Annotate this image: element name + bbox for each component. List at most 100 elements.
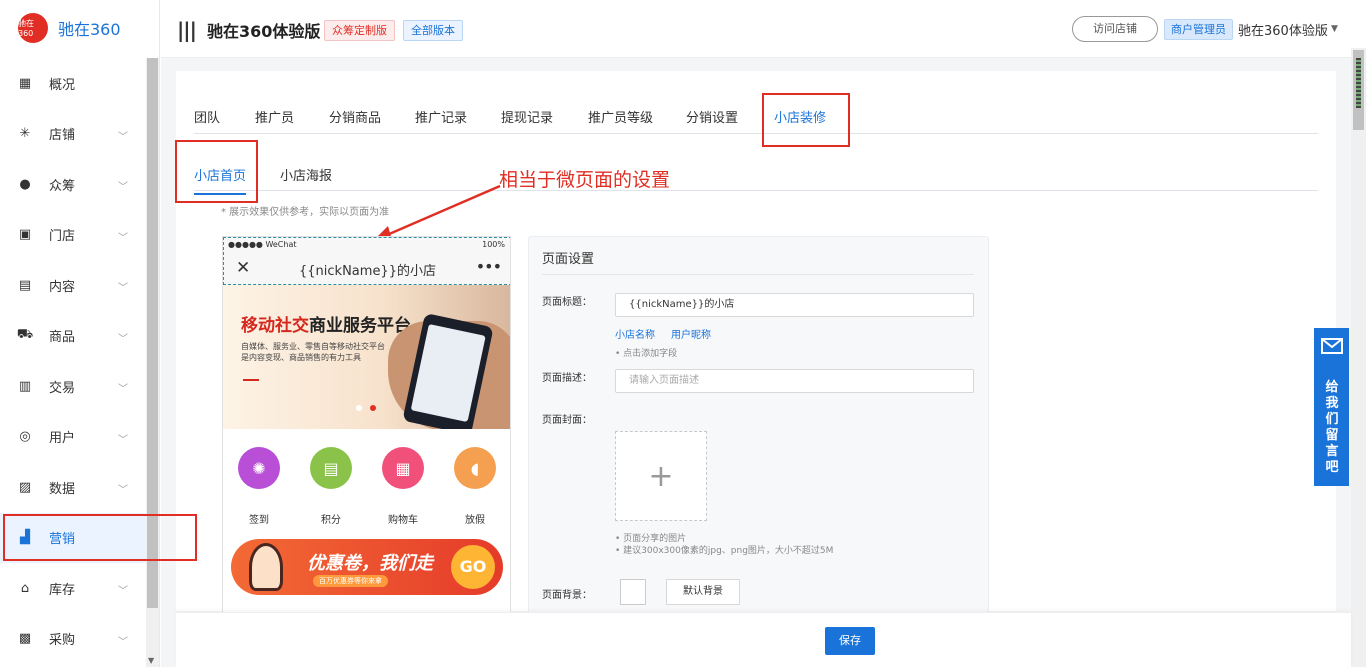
save-button[interactable]: 保存 <box>825 627 875 655</box>
preview-page-title: {{nickName}}的小店 <box>299 264 436 279</box>
banner-image[interactable]: 移动社交商业服务平台 自媒体、服务业、零售自等移动社交平台 是内容变现、商品销售… <box>223 285 510 429</box>
preview-navbar[interactable]: ●●●●● WeChat 100% ✕ {{nickName}}的小店 ••• <box>223 237 510 285</box>
cover-hint-2: • 建议300x300像素的jpg、png图片，大小不超过5M <box>615 546 834 556</box>
banner-dash <box>243 379 259 381</box>
sidebar-item-1[interactable]: ✳ 店铺 ﹀ <box>0 109 146 160</box>
shop-subtabs: 小店首页 小店海报 <box>194 157 1318 195</box>
shop-switcher[interactable]: 驰在360体验版 <box>1238 20 1328 39</box>
content-icon: ▤ <box>18 277 32 293</box>
insert-nickname-link[interactable]: 用户昵称 <box>671 326 711 341</box>
logo-icon: 驰在360 <box>18 13 48 43</box>
scroll-down-arrow-icon[interactable]: ▼ <box>148 656 154 665</box>
shop-icon: ✳ <box>19 126 31 142</box>
sidebar-item-7[interactable]: ◎ 用户 ﹀ <box>0 412 146 463</box>
sidebar-item-label: 数据 <box>49 481 76 497</box>
data-icon: ▨ <box>18 479 32 495</box>
chevron-down-icon: ﹀ <box>118 485 128 497</box>
page-description-input[interactable]: 请输入页面描述 <box>615 369 974 393</box>
sidebar-item-2[interactable]: ● 众筹 ﹀ <box>0 159 146 210</box>
sidebar-item-label: 概况 <box>49 77 76 93</box>
sidebar-item-9[interactable]: ▟ 营销 <box>0 512 146 563</box>
visit-store-button[interactable]: 访问店铺 <box>1072 16 1158 42</box>
chevron-down-icon: ﹀ <box>118 333 128 345</box>
coupon-subtext: 百万优惠券等你来拿 <box>313 575 388 587</box>
subtab-1[interactable]: 小店海报 <box>280 165 332 184</box>
icon-nav-circle-icon: ▤ <box>310 447 352 489</box>
trade-icon: ▥ <box>18 378 32 394</box>
sidebar-item-label: 内容 <box>49 279 76 295</box>
sidebar-item-0[interactable]: ▦ 概况 <box>0 58 146 109</box>
sidebar-item-4[interactable]: ▤ 内容 ﹀ <box>0 260 146 311</box>
caret-down-icon[interactable]: ▼ <box>1331 24 1338 34</box>
subtab-0[interactable]: 小店首页 <box>194 165 247 195</box>
all-versions-badge[interactable]: 全部版本 <box>403 20 463 41</box>
sidebar-item-5[interactable]: ⛟ 商品 ﹀ <box>0 311 146 362</box>
tab-2[interactable]: 分销商品 <box>329 107 381 126</box>
carousel-dot-active[interactable] <box>370 405 376 411</box>
background-label: 页面背景： <box>542 590 592 601</box>
cover-upload-plus-icon[interactable]: + <box>615 431 707 521</box>
menu-toggle-icon[interactable]: ||| <box>177 18 197 42</box>
sidebar-item-label: 用户 <box>49 431 76 447</box>
mail-icon <box>1321 338 1343 354</box>
battery-text: 100% <box>482 240 505 249</box>
icon-nav-label: 购物车 <box>388 515 418 526</box>
coupon-banner[interactable]: 优惠卷，我们走 百万优惠券等你来拿 GO <box>231 539 503 595</box>
sidebar-item-11[interactable]: ▩ 采购 ﹀ <box>0 614 146 665</box>
tab-1[interactable]: 推广员 <box>255 107 294 126</box>
icon-nav-item[interactable]: ▤ 积分 <box>301 447 361 526</box>
store-icon: ▣ <box>18 227 32 243</box>
insert-shop-name-link[interactable]: 小店名称 <box>615 326 655 341</box>
settings-divider <box>542 274 974 275</box>
users-icon: ◎ <box>19 429 31 445</box>
chevron-down-icon: ﹀ <box>118 182 128 194</box>
chevron-down-icon: ﹀ <box>118 232 128 244</box>
banner-headline-red: 移动社交 <box>241 316 309 336</box>
edition-badge: 众筹定制版 <box>324 20 395 41</box>
banner-subtitle-line2: 是内容变现、商品销售的有力工具 <box>241 353 361 362</box>
page-title-input[interactable]: {{nickName}}的小店 <box>615 293 974 317</box>
role-badge: 商户管理员 <box>1164 19 1233 40</box>
icon-nav-item[interactable]: ▦ 购物车 <box>373 447 433 526</box>
icon-nav-item[interactable]: ◖ 放假 <box>445 447 505 526</box>
icon-nav: ✺ 签到 ▤ 积分 ▦ 购物车 ◖ 放假 <box>223 447 510 527</box>
banner-subtitle: 自媒体、服务业、零售自等移动社交平台 是内容变现、商品销售的有力工具 <box>241 341 385 363</box>
preview-note: * 展示效果仅供参考，实际以页面为准 <box>221 207 390 218</box>
tab-0[interactable]: 团队 <box>194 107 220 126</box>
cart-icon: ⛟ <box>16 327 34 343</box>
sidebar-scrollbar[interactable]: ▼ <box>146 58 159 667</box>
icon-nav-circle-icon: ▦ <box>382 447 424 489</box>
sidebar-item-label: 库存 <box>49 582 76 598</box>
chevron-down-icon: ﹀ <box>118 586 128 598</box>
default-background-button[interactable]: 默认背景 <box>666 579 740 605</box>
tab-4[interactable]: 提现记录 <box>501 107 553 126</box>
tab-5[interactable]: 推广员等级 <box>588 107 653 126</box>
sidebar-item-3[interactable]: ▣ 门店 ﹀ <box>0 210 146 261</box>
sidebar-item-10[interactable]: ⌂ 库存 ﹀ <box>0 563 146 614</box>
header: ||| 驰在360体验版 众筹定制版 全部版本 访问店铺 商户管理员 驰在360… <box>161 0 1366 58</box>
tab-3[interactable]: 推广记录 <box>415 107 467 126</box>
banner-headline-black: 商业服务平台 <box>309 316 411 336</box>
audio-level-icon <box>1356 58 1361 108</box>
phone-preview: ●●●●● WeChat 100% ✕ {{nickName}}的小店 ••• … <box>222 236 511 616</box>
icon-nav-circle-icon: ✺ <box>238 447 280 489</box>
coupon-go-button[interactable]: GO <box>451 545 495 589</box>
tab-7[interactable]: 小店装修 <box>774 107 826 126</box>
carousel-dot[interactable] <box>356 405 362 411</box>
background-color-swatch[interactable] <box>620 579 646 605</box>
distribution-tabs: 团队 推广员 分销商品 推广记录 提现记录 推广员等级 分销设置 小店装修 <box>194 98 1318 134</box>
sidebar-item-8[interactable]: ▨ 数据 ﹀ <box>0 462 146 513</box>
settings-header: 页面设置 <box>542 252 595 267</box>
tab-6[interactable]: 分销设置 <box>686 107 738 126</box>
page-scrollbar[interactable] <box>1351 48 1366 667</box>
add-field-hint: • 点击添加字段 <box>615 349 678 359</box>
brand-name: 驰在360 <box>58 20 121 39</box>
sidebar-scrollbar-thumb[interactable] <box>147 58 158 608</box>
sidebar-item-label: 采购 <box>49 633 76 649</box>
sidebar-item-6[interactable]: ▥ 交易 ﹀ <box>0 361 146 412</box>
sidebar-nav: ▦ 概况 ✳ 店铺 ﹀ ● 众筹 ﹀ ▣ 门店 ﹀ ▤ 内容 ﹀ ⛟ 商品 ﹀ ▥ 交易 ﹀ ◎ 用户 ﹀ ▨ 数据 ﹀ ▟ 营销 ⌂ 库… <box>0 58 146 664</box>
icon-nav-item[interactable]: ✺ 签到 <box>229 447 289 526</box>
sidebar: 驰在360 驰在360 ▦ 概况 ✳ 店铺 ﹀ ● 众筹 ﹀ ▣ 门店 ﹀ ▤ 内容 ﹀ ⛟ 商品 ﹀ ▥ 交易 ﹀ ◎… <box>0 0 160 667</box>
brand-logo[interactable]: 驰在360 驰在360 <box>0 0 159 56</box>
feedback-widget[interactable]: 给我们留言吧 <box>1314 328 1349 486</box>
